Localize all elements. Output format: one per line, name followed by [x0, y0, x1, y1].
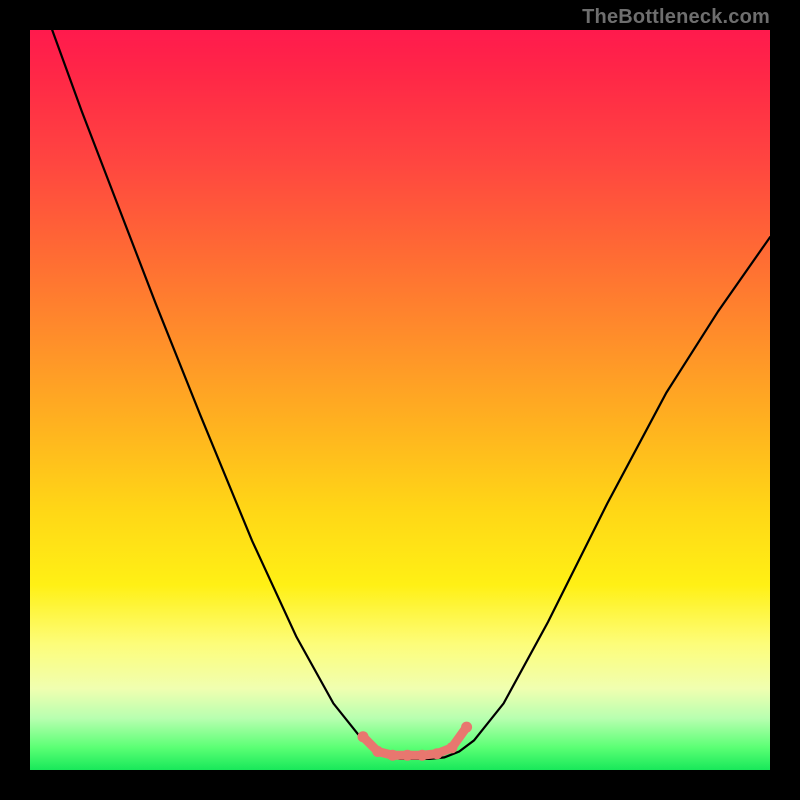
marker-dot	[402, 750, 413, 761]
marker-dot	[372, 746, 383, 757]
watermark-text: TheBottleneck.com	[582, 6, 770, 29]
chart-frame: TheBottleneck.com	[0, 0, 800, 800]
curve-layer	[30, 30, 770, 770]
marker-dot	[387, 750, 398, 761]
marker-band	[358, 722, 473, 761]
marker-dot	[461, 722, 472, 733]
marker-dot	[358, 731, 369, 742]
bottleneck-curve	[30, 0, 770, 759]
marker-dot	[446, 742, 457, 753]
marker-dot	[417, 750, 428, 761]
marker-dot	[432, 748, 443, 759]
